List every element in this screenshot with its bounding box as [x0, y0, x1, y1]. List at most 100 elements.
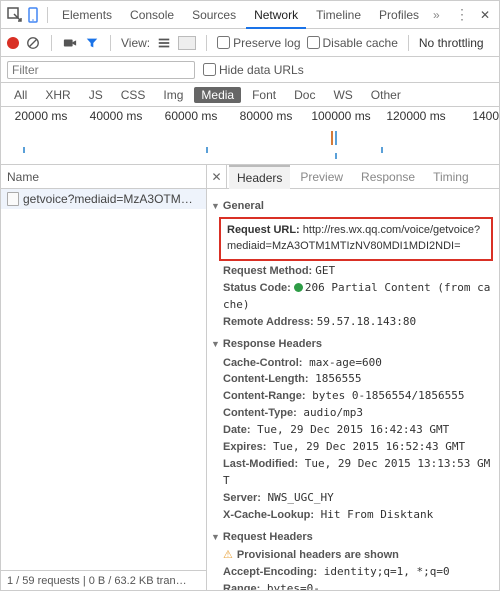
filter-bar: Hide data URLs: [1, 57, 499, 83]
timeline-label: 100000 ms: [311, 109, 370, 123]
timeline-mark: [335, 153, 337, 159]
header-row: Accept-Encoding: identity;q=1, *;q=0: [223, 564, 493, 581]
tab-timeline[interactable]: Timeline: [308, 1, 369, 29]
header-value: identity;q=1, *;q=0: [317, 565, 449, 578]
waterfall-overview[interactable]: 20000 ms 40000 ms 60000 ms 80000 ms 1000…: [1, 107, 499, 165]
label-request-method: Request Method:: [223, 265, 312, 277]
header-key: Range:: [223, 583, 260, 590]
main-split: Name getvoice?mediaid=MzA3OTM… 1 / 59 re…: [1, 165, 499, 590]
inspect-icon[interactable]: [7, 7, 23, 23]
tab-console[interactable]: Console: [122, 1, 182, 29]
type-filters: All XHR JS CSS Img Media Font Doc WS Oth…: [1, 83, 499, 107]
column-header-name[interactable]: Name: [1, 165, 206, 189]
dtab-timing[interactable]: Timing: [425, 165, 477, 189]
throttling-select[interactable]: No throttling: [419, 36, 484, 50]
camera-icon[interactable]: [62, 35, 78, 51]
header-key: X-Cache-Lookup:: [223, 509, 314, 521]
close-detail-icon[interactable]: ✕: [207, 165, 227, 188]
timeline-mark: [335, 131, 337, 145]
tab-network[interactable]: Network: [246, 1, 306, 29]
filter-icon[interactable]: [84, 35, 100, 51]
header-row: Server: NWS_UGC_HY: [223, 490, 493, 507]
header-row: Last-Modified: Tue, 29 Dec 2015 13:13:53…: [223, 456, 493, 490]
request-list: Name getvoice?mediaid=MzA3OTM… 1 / 59 re…: [1, 165, 207, 590]
header-row: Expires: Tue, 29 Dec 2015 16:52:43 GMT: [223, 439, 493, 456]
type-img[interactable]: Img: [156, 87, 190, 103]
header-key: Content-Range:: [223, 390, 306, 402]
panel-tabs: Elements Console Sources Network Timelin…: [1, 1, 499, 29]
timeline-label: 40000 ms: [90, 109, 143, 123]
type-xhr[interactable]: XHR: [38, 87, 77, 103]
header-row: Cache-Control: max-age=600: [223, 355, 493, 372]
type-other[interactable]: Other: [364, 87, 408, 103]
header-key: Accept-Encoding:: [223, 566, 317, 578]
header-row: Content-Range: bytes 0-1856554/1856555: [223, 388, 493, 405]
record-button[interactable]: [7, 37, 19, 49]
view-label: View:: [121, 36, 150, 50]
header-row: Content-Length: 1856555: [223, 371, 493, 388]
dtab-preview[interactable]: Preview: [292, 165, 351, 189]
label-status-code: Status Code:: [223, 282, 291, 294]
header-value: bytes=0-: [260, 582, 320, 590]
status-bar: 1 / 59 requests | 0 B / 63.2 KB tran…: [1, 570, 206, 590]
dtab-response[interactable]: Response: [353, 165, 423, 189]
header-key: Cache-Control:: [223, 357, 302, 369]
more-icon[interactable]: ⋮: [449, 6, 475, 23]
tab-sources[interactable]: Sources: [184, 1, 244, 29]
type-all[interactable]: All: [7, 87, 34, 103]
value-remote-address: 59.57.18.143:80: [317, 315, 416, 328]
device-mode-icon[interactable]: [25, 7, 41, 23]
type-media[interactable]: Media: [194, 87, 241, 103]
timeline-label: 14000: [472, 109, 499, 123]
detail-body[interactable]: General Request URL: http://res.wx.qq.co…: [207, 189, 499, 590]
timeline-mark: [23, 147, 25, 153]
header-value: Tue, 29 Dec 2015 16:42:43 GMT: [251, 423, 450, 436]
view-large-icon[interactable]: [178, 36, 196, 50]
header-value: Hit From Disktank: [314, 508, 433, 521]
clear-icon[interactable]: [25, 35, 41, 51]
timeline-label: 60000 ms: [165, 109, 218, 123]
header-key: Content-Type:: [223, 407, 297, 419]
close-icon[interactable]: ✕: [477, 7, 493, 23]
timeline-mark: [206, 147, 208, 153]
chevron-right-icon[interactable]: »: [429, 8, 444, 22]
label-remote-address: Remote Address:: [223, 316, 314, 328]
section-general[interactable]: General: [211, 199, 493, 215]
hide-data-urls-checkbox[interactable]: Hide data URLs: [203, 63, 304, 77]
label-request-url: Request URL:: [227, 224, 300, 236]
timeline-label: 20000 ms: [15, 109, 68, 123]
header-value: max-age=600: [302, 356, 381, 369]
header-key: Server:: [223, 492, 261, 504]
header-key: Date:: [223, 424, 251, 436]
tab-elements[interactable]: Elements: [54, 1, 120, 29]
type-doc[interactable]: Doc: [287, 87, 322, 103]
devtools-window: Elements Console Sources Network Timelin…: [0, 0, 500, 591]
highlighted-url: Request URL: http://res.wx.qq.com/voice/…: [219, 217, 493, 261]
value-request-method: GET: [315, 264, 335, 277]
preserve-log-checkbox[interactable]: Preserve log: [217, 36, 300, 50]
header-row: Range: bytes=0-: [223, 581, 493, 590]
header-value: bytes 0-1856554/1856555: [306, 389, 465, 402]
header-key: Expires:: [223, 441, 266, 453]
header-key: Content-Length:: [223, 373, 309, 385]
timeline-label: 80000 ms: [240, 109, 293, 123]
type-js[interactable]: JS: [82, 87, 110, 103]
dtab-headers[interactable]: Headers: [229, 165, 290, 189]
disable-cache-checkbox[interactable]: Disable cache: [307, 36, 398, 50]
detail-tabs: ✕ Headers Preview Response Timing: [207, 165, 499, 189]
view-list-icon[interactable]: [156, 35, 172, 51]
tab-profiles[interactable]: Profiles: [371, 1, 427, 29]
request-row[interactable]: getvoice?mediaid=MzA3OTM…: [1, 189, 206, 209]
status-dot-icon: [294, 283, 303, 292]
type-font[interactable]: Font: [245, 87, 283, 103]
filter-input[interactable]: [7, 61, 195, 79]
header-value: 1856555: [309, 372, 362, 385]
header-row: Content-Type: audio/mp3: [223, 405, 493, 422]
section-response-headers[interactable]: Response Headers: [211, 337, 493, 353]
type-ws[interactable]: WS: [326, 87, 359, 103]
header-row: X-Cache-Lookup: Hit From Disktank: [223, 507, 493, 524]
type-css[interactable]: CSS: [114, 87, 153, 103]
timeline-label: 120000 ms: [386, 109, 445, 123]
section-request-headers[interactable]: Request Headers: [211, 530, 493, 546]
header-value: Tue, 29 Dec 2015 16:52:43 GMT: [266, 440, 465, 453]
